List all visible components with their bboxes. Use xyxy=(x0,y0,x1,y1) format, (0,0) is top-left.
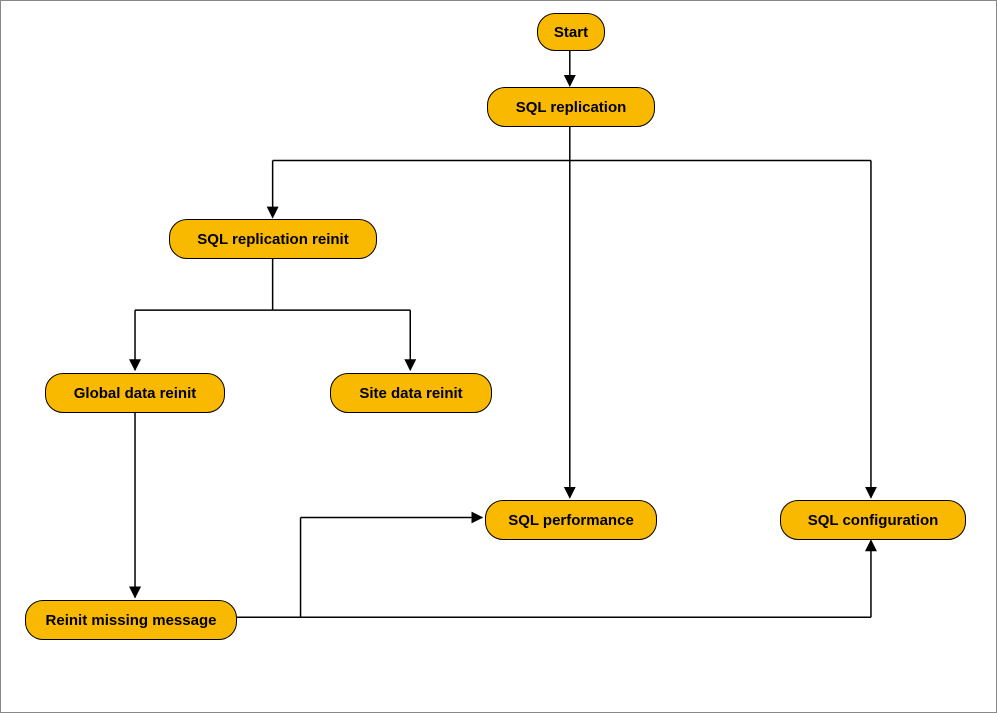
node-site-data-reinit: Site data reinit xyxy=(330,373,492,413)
node-sql-configuration: SQL configuration xyxy=(780,500,966,540)
flowchart-frame: Start SQL replication SQL replication re… xyxy=(0,0,997,713)
node-sql-replication: SQL replication xyxy=(487,87,655,127)
node-global-data-reinit: Global data reinit xyxy=(45,373,225,413)
node-sql-replication-reinit: SQL replication reinit xyxy=(169,219,377,259)
node-sql-performance: SQL performance xyxy=(485,500,657,540)
node-reinit-missing-message: Reinit missing message xyxy=(25,600,237,640)
node-start: Start xyxy=(537,13,605,51)
